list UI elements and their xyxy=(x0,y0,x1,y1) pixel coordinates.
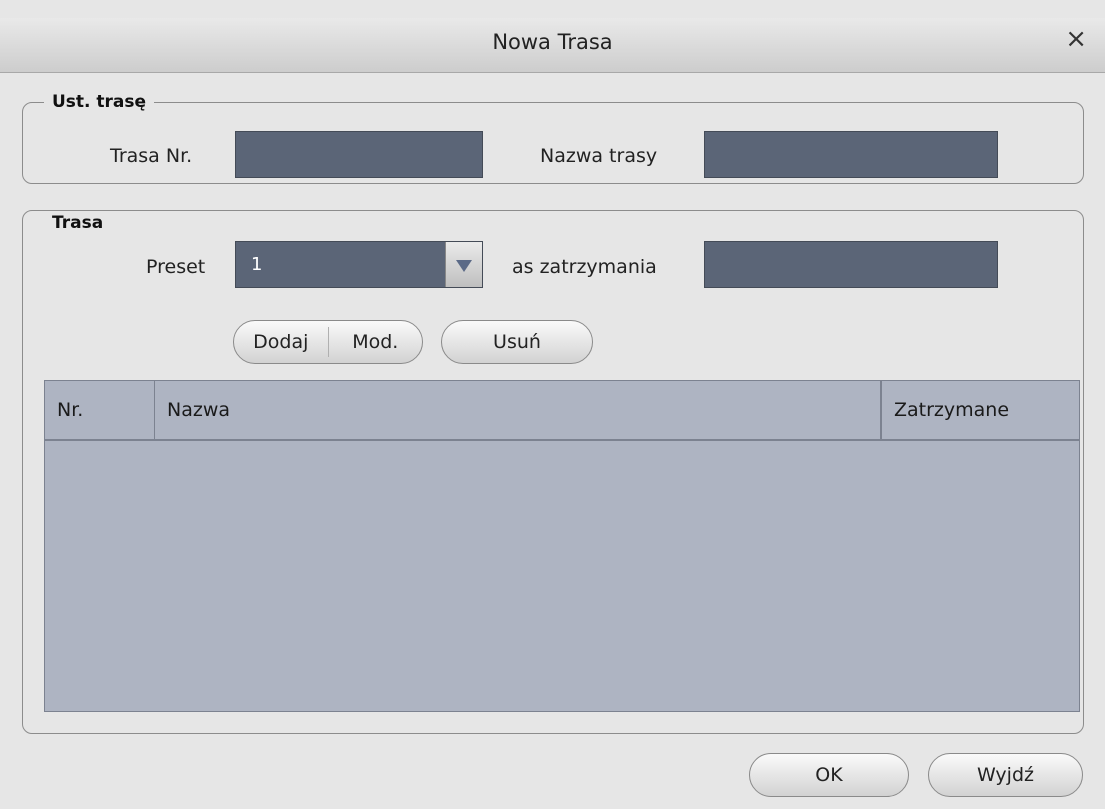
column-header-number[interactable]: Nr. xyxy=(45,381,155,439)
delete-button[interactable]: Usuń xyxy=(441,320,593,364)
column-header-name[interactable]: Nazwa xyxy=(155,381,881,439)
new-route-dialog: Nowa Trasa × Ust. trasę Trasa Nr. Nazwa … xyxy=(0,0,1105,809)
route-name-label: Nazwa trasy xyxy=(540,145,658,167)
preset-label: Preset xyxy=(146,256,206,278)
route-settings-legend: Ust. trasę xyxy=(44,92,155,112)
dropdown-arrow-icon[interactable] xyxy=(445,242,482,287)
route-name-input[interactable] xyxy=(704,131,998,178)
title-bar: Nowa Trasa × xyxy=(0,18,1105,73)
route-legend: Trasa xyxy=(44,213,112,233)
ok-button[interactable]: OK xyxy=(749,753,909,797)
route-points-table: Nr. Nazwa Zatrzymane xyxy=(44,380,1080,712)
add-modify-button-group: Dodaj Mod. xyxy=(233,320,423,364)
modify-button[interactable]: Mod. xyxy=(329,321,423,363)
add-button[interactable]: Dodaj xyxy=(234,321,328,363)
dwell-time-label: as zatrzymania xyxy=(512,256,657,278)
exit-button[interactable]: Wyjdź xyxy=(928,753,1083,797)
route-number-input[interactable] xyxy=(235,131,483,178)
preset-value: 1 xyxy=(251,254,263,275)
table-header: Nr. Nazwa Zatrzymane xyxy=(45,381,1079,441)
route-number-label: Trasa Nr. xyxy=(110,145,193,167)
table-body[interactable] xyxy=(45,441,1079,711)
dialog-title: Nowa Trasa xyxy=(492,30,613,54)
dwell-time-input[interactable] xyxy=(704,241,998,288)
preset-dropdown[interactable]: 1 xyxy=(235,241,483,288)
column-header-dwell[interactable]: Zatrzymane xyxy=(881,381,1079,439)
close-icon[interactable]: × xyxy=(1065,26,1087,52)
